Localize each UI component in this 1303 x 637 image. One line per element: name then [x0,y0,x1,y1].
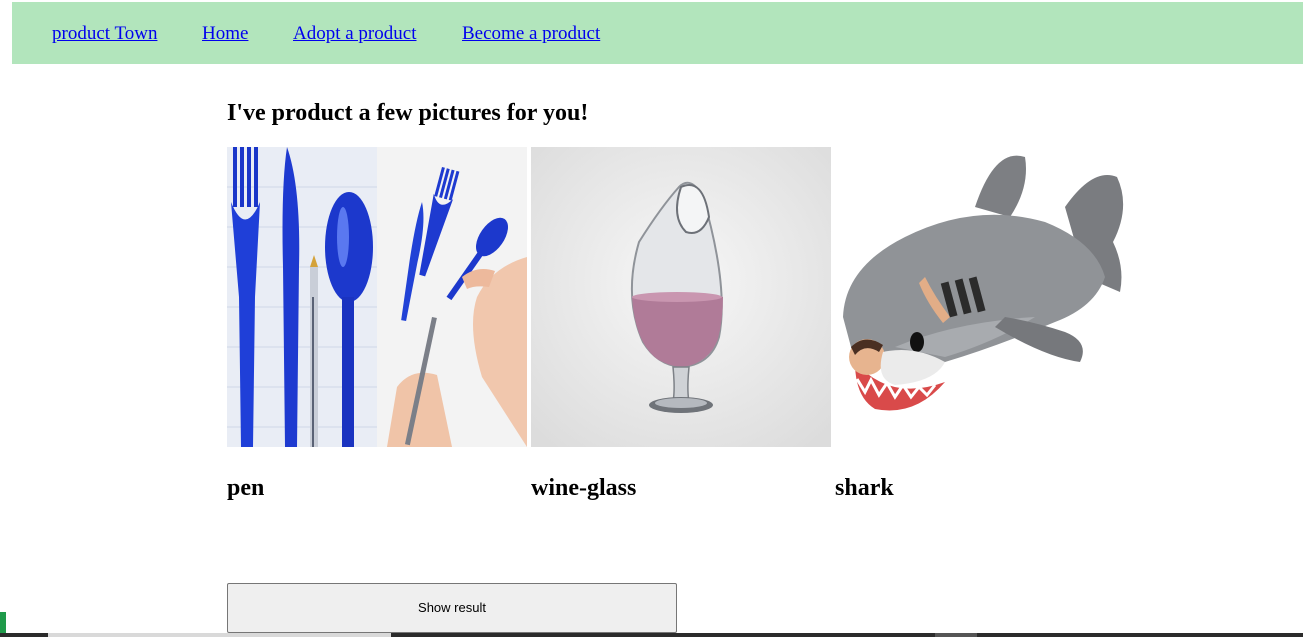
navbar: product Town Home Adopt a product Become… [12,2,1303,64]
shark-photo [835,147,1135,447]
nav-brand-link[interactable]: product Town [52,23,157,45]
nav-become-link[interactable]: Become a product [462,23,600,45]
window-edge [0,0,12,637]
page-heading: I've product a few pictures for you! [227,100,589,126]
taskbar-segment [48,633,391,637]
nav-home-link[interactable]: Home [202,23,248,45]
taskbar-segment [935,633,977,637]
nav-adopt-link[interactable]: Adopt a product [293,23,416,45]
wine-glass-photo [531,147,831,447]
caption-pen: pen [227,475,265,501]
pen-photo [227,147,527,447]
show-result-button[interactable]: Show result [227,583,677,633]
caption-wine-glass: wine-glass [531,475,637,501]
caption-shark: shark [835,475,894,501]
